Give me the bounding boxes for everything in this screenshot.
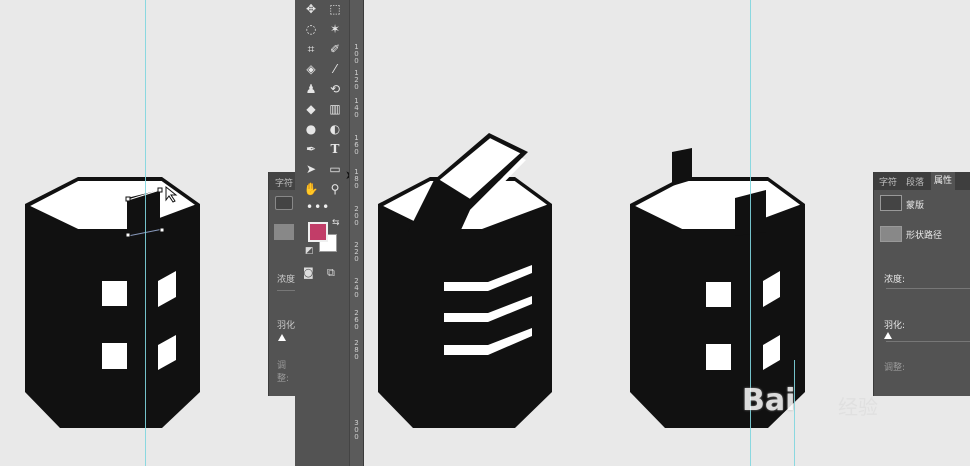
mask-icon[interactable] bbox=[880, 195, 902, 211]
quick-mask-icon[interactable]: ◙ bbox=[303, 266, 314, 279]
feather-label: 羽化: bbox=[884, 321, 906, 331]
dodge-tool-icon[interactable]: ◐ bbox=[325, 120, 345, 138]
ruler-label: 140 bbox=[354, 97, 359, 119]
ruler-label: 240 bbox=[354, 277, 359, 299]
default-colors-icon[interactable]: ◩ bbox=[305, 246, 314, 256]
ruler-label: 280 bbox=[354, 339, 359, 361]
gradient-tool-icon[interactable]: ▥ bbox=[325, 100, 345, 118]
panel-tabbar: 字符 bbox=[269, 172, 296, 190]
character-panel-collapsed: 字符 浓度 羽化 调整: bbox=[268, 172, 296, 396]
screen-mode-icon[interactable]: ⧉ bbox=[327, 266, 335, 280]
rectangle-tool-icon[interactable]: ▭ bbox=[325, 160, 345, 178]
ruler-label: 300 bbox=[354, 419, 359, 441]
mask-icon[interactable] bbox=[275, 196, 293, 210]
tab-properties[interactable]: 属性 bbox=[931, 172, 956, 190]
tools-panel: ✥ ⬚ ◌ ✶ ⌗ ✐ ◈ ⁄ ♟ ⟲ ◆ ▥ ● ◐ ✒ T ➤ ▭ ✋ ⚲ … bbox=[295, 0, 355, 466]
move-tool-icon[interactable]: ✥ bbox=[301, 0, 321, 18]
tab-paragraph[interactable]: 段落 bbox=[906, 175, 924, 188]
zoom-tool-icon[interactable]: ⚲ bbox=[325, 180, 345, 198]
ruler-label: 160 bbox=[354, 134, 359, 156]
guide-line bbox=[145, 0, 146, 466]
ruler-label: 120 bbox=[354, 69, 359, 91]
crop-tool-icon[interactable]: ⌗ bbox=[301, 40, 321, 58]
pen-tool-icon[interactable]: ✒ bbox=[301, 140, 321, 158]
vertical-ruler: 100 120 140 160 180 200 220 240 260 280 … bbox=[349, 0, 364, 466]
clone-stamp-tool-icon[interactable]: ♟ bbox=[301, 80, 321, 98]
building-middle[interactable] bbox=[378, 133, 552, 428]
eraser-tool-icon[interactable]: ◆ bbox=[301, 100, 321, 118]
mask-label: 蒙版 bbox=[906, 201, 925, 211]
type-tool-icon[interactable]: T bbox=[325, 140, 345, 158]
ruler-label: 180 bbox=[354, 168, 359, 190]
lasso-tool-icon[interactable]: ◌ bbox=[301, 20, 321, 38]
brush-tool-icon[interactable]: ⁄ bbox=[325, 60, 345, 78]
path-selection-tool-icon[interactable]: ➤ bbox=[301, 160, 321, 178]
foreground-color-swatch[interactable] bbox=[308, 222, 328, 242]
ruler-label: 220 bbox=[354, 241, 359, 263]
ruler-label: 100 bbox=[354, 43, 359, 65]
feather-slider-handle[interactable] bbox=[278, 334, 286, 341]
properties-tabbar: 字符 段落 属性 bbox=[874, 172, 970, 190]
magic-wand-tool-icon[interactable]: ✶ bbox=[325, 20, 345, 38]
tab-character[interactable]: 字符 bbox=[879, 175, 897, 188]
watermark-tail: 经验 bbox=[838, 395, 878, 419]
more-tools-icon[interactable]: ••• bbox=[306, 200, 330, 214]
watermark-text: Bai bbox=[742, 383, 796, 418]
feather-slider-handle[interactable] bbox=[884, 332, 892, 339]
blur-tool-icon[interactable]: ● bbox=[301, 120, 321, 138]
density-label: 浓度: bbox=[884, 275, 906, 285]
hand-tool-icon[interactable]: ✋ bbox=[301, 180, 321, 198]
ruler-label: 200 bbox=[354, 205, 359, 227]
tab-character[interactable]: 字符 bbox=[275, 176, 293, 189]
feather-label: 羽化 bbox=[277, 321, 296, 331]
density-slider[interactable] bbox=[277, 290, 296, 291]
feather-slider[interactable] bbox=[886, 341, 970, 342]
eyedropper-tool-icon[interactable]: ✐ bbox=[325, 40, 345, 58]
history-brush-tool-icon[interactable]: ⟲ bbox=[325, 80, 345, 98]
density-slider[interactable] bbox=[886, 288, 970, 289]
properties-panel: 字符 段落 属性 蒙版 形状路径 浓度: 羽化: 调整: bbox=[873, 172, 970, 396]
adjust-label: 调整: bbox=[277, 361, 290, 384]
density-label: 浓度 bbox=[277, 275, 296, 285]
ruler-label: 260 bbox=[354, 309, 359, 331]
shape-path-thumbnail[interactable] bbox=[274, 224, 294, 240]
shape-path-label: 形状路径 bbox=[906, 231, 943, 241]
adjust-label: 调整: bbox=[884, 363, 906, 373]
shape-path-thumbnail[interactable] bbox=[880, 226, 902, 242]
building-left[interactable] bbox=[25, 177, 200, 428]
swap-colors-icon[interactable]: ⇆ bbox=[332, 218, 340, 228]
marquee-tool-icon[interactable]: ⬚ bbox=[325, 0, 345, 18]
healing-brush-tool-icon[interactable]: ◈ bbox=[301, 60, 321, 78]
